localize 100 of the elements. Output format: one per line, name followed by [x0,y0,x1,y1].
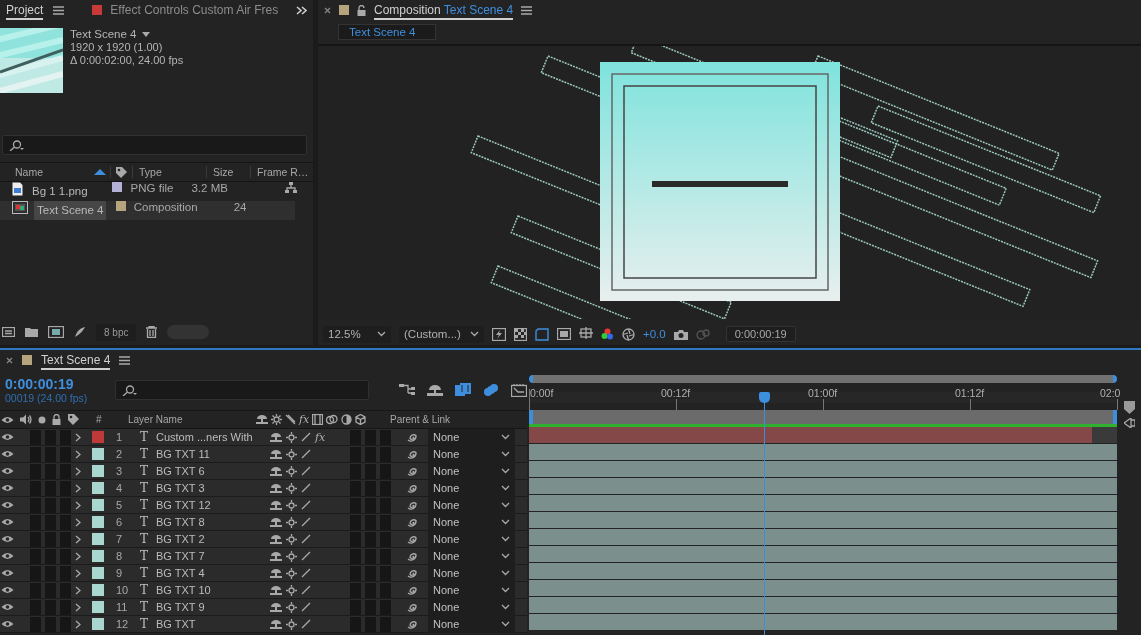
shy-icon[interactable] [270,567,282,579]
pick-whip-icon[interactable] [407,601,418,613]
shutter-icon[interactable] [622,327,635,341]
eye-icon[interactable] [1,620,14,628]
color-channels-icon[interactable] [601,327,614,341]
shy-icon[interactable] [270,533,282,545]
label-tag-icon[interactable] [67,413,80,426]
double-chevron-icon[interactable] [296,5,307,15]
column-header[interactable]: Parent & Link [390,414,451,425]
zoom-dropdown[interactable]: 12.5% [323,325,391,343]
pick-whip-icon[interactable] [407,567,418,579]
eye-icon[interactable] [1,501,14,509]
shy-icon[interactable] [270,584,282,596]
eye-icon[interactable] [1,450,14,458]
layer-name[interactable]: BG TXT 2 [156,533,266,545]
label-color-swatch[interactable] [92,618,104,630]
collapse-sun-icon[interactable] [286,601,297,613]
layer-name[interactable]: BG TXT 12 [156,499,266,511]
collapse-sun-icon[interactable] [286,567,297,579]
column-header[interactable]: Type [139,166,162,178]
frame-blend-switch-icon[interactable] [312,414,324,425]
graph-editor-icon[interactable] [511,383,527,397]
label-color-swatch[interactable] [92,550,104,562]
label-color-swatch[interactable] [92,567,104,579]
shy-icon[interactable] [270,550,282,562]
eye-icon[interactable] [1,433,14,441]
comp-button-icon[interactable] [1123,418,1135,428]
label-color-swatch[interactable] [92,516,104,528]
layer-name[interactable]: BG TXT 8 [156,516,266,528]
3d-cube-icon[interactable] [355,414,367,425]
mask-visibility-icon[interactable] [535,327,549,341]
folder-icon[interactable] [25,327,38,337]
eye-icon[interactable] [1,484,14,492]
lock-icon[interactable] [357,4,366,16]
trash-icon[interactable] [146,326,158,338]
eye-icon[interactable] [1,552,14,560]
frame-blending-icon[interactable] [455,383,471,397]
shy-icon[interactable] [270,465,282,477]
shy-icon[interactable] [270,431,282,443]
current-time-display[interactable]: 0:00:00:19 [5,376,99,392]
shy-icon[interactable] [270,618,282,630]
pick-whip-icon[interactable] [407,550,418,562]
shy-icon[interactable] [270,516,282,528]
collapse-sun-icon[interactable] [286,618,297,630]
pick-whip-icon[interactable] [407,516,418,528]
collapse-sun-icon[interactable] [286,482,297,494]
speaker-icon[interactable] [20,414,32,425]
label-tag-icon[interactable] [115,165,128,179]
label-color-swatch[interactable] [92,533,104,545]
panel-tab[interactable]: Effect Controls Custom Air Fres [110,1,279,19]
close-icon[interactable] [324,6,331,14]
exposure-value[interactable]: +0.0 [643,328,666,340]
search-field[interactable] [114,380,369,400]
layer-name[interactable]: BG TXT 9 [156,601,266,613]
collapse-sun-icon[interactable] [286,431,297,443]
layer-name[interactable]: BG TXT [156,618,266,630]
adjustment-layer-icon[interactable] [341,414,353,425]
region-of-interest-icon[interactable] [557,328,571,340]
pick-whip-icon[interactable] [407,618,418,630]
flowchart-icon[interactable] [285,182,297,193]
label-color-swatch[interactable] [92,499,104,511]
collapse-sun-icon[interactable] [286,465,297,477]
layer-name[interactable]: BG TXT 11 [156,448,266,460]
project-item-name[interactable]: Text Scene 4 [34,201,107,220]
shy-icon[interactable] [270,448,282,460]
motion-blur-icon[interactable] [483,383,499,397]
solo-dot-icon[interactable] [38,415,46,424]
menu-icon[interactable] [521,5,533,15]
collapse-sun-icon[interactable] [286,448,297,460]
shy-icon[interactable] [270,482,282,494]
quality-slash-icon[interactable] [285,414,296,425]
eye-icon[interactable] [1,518,14,526]
search-field[interactable] [2,135,307,155]
collapse-sun-icon[interactable] [286,499,297,511]
layer-name[interactable]: BG TXT 3 [156,482,266,494]
camera-icon[interactable] [673,328,688,340]
pick-whip-icon[interactable] [407,533,418,545]
project-item-name[interactable]: Bg 1 1.png [29,182,91,201]
layer-name[interactable]: BG TXT 10 [156,584,266,596]
resolution-dropdown[interactable]: (Custom...) [399,325,484,343]
collapse-sun-icon[interactable] [286,516,297,528]
eye-icon[interactable] [1,603,14,611]
breadcrumb-tab[interactable]: Text Scene 4 [338,24,436,40]
motion-blur-switch-icon[interactable] [326,414,339,425]
pick-whip-icon[interactable] [407,448,418,460]
lock-icon[interactable] [52,414,61,425]
composition-flowchart-icon[interactable] [399,383,415,397]
shy-layers-icon[interactable] [427,383,443,397]
label-color-swatch[interactable] [92,584,104,596]
dropdown-triangle-icon[interactable] [142,32,151,37]
column-header[interactable]: Layer Name [128,414,250,425]
panel-tab[interactable]: Composition Text Scene 4 [374,0,514,20]
eye-icon[interactable] [1,569,14,577]
layer-name[interactable]: BG TXT 7 [156,550,266,562]
layer-name[interactable]: BG TXT 6 [156,465,266,477]
current-time-field[interactable]: 0:00:00:19 [725,326,796,342]
shy-icon[interactable] [270,499,282,511]
interpret-footage-icon[interactable] [2,327,15,337]
pick-whip-icon[interactable] [407,584,418,596]
fast-preview-icon[interactable] [492,327,506,341]
